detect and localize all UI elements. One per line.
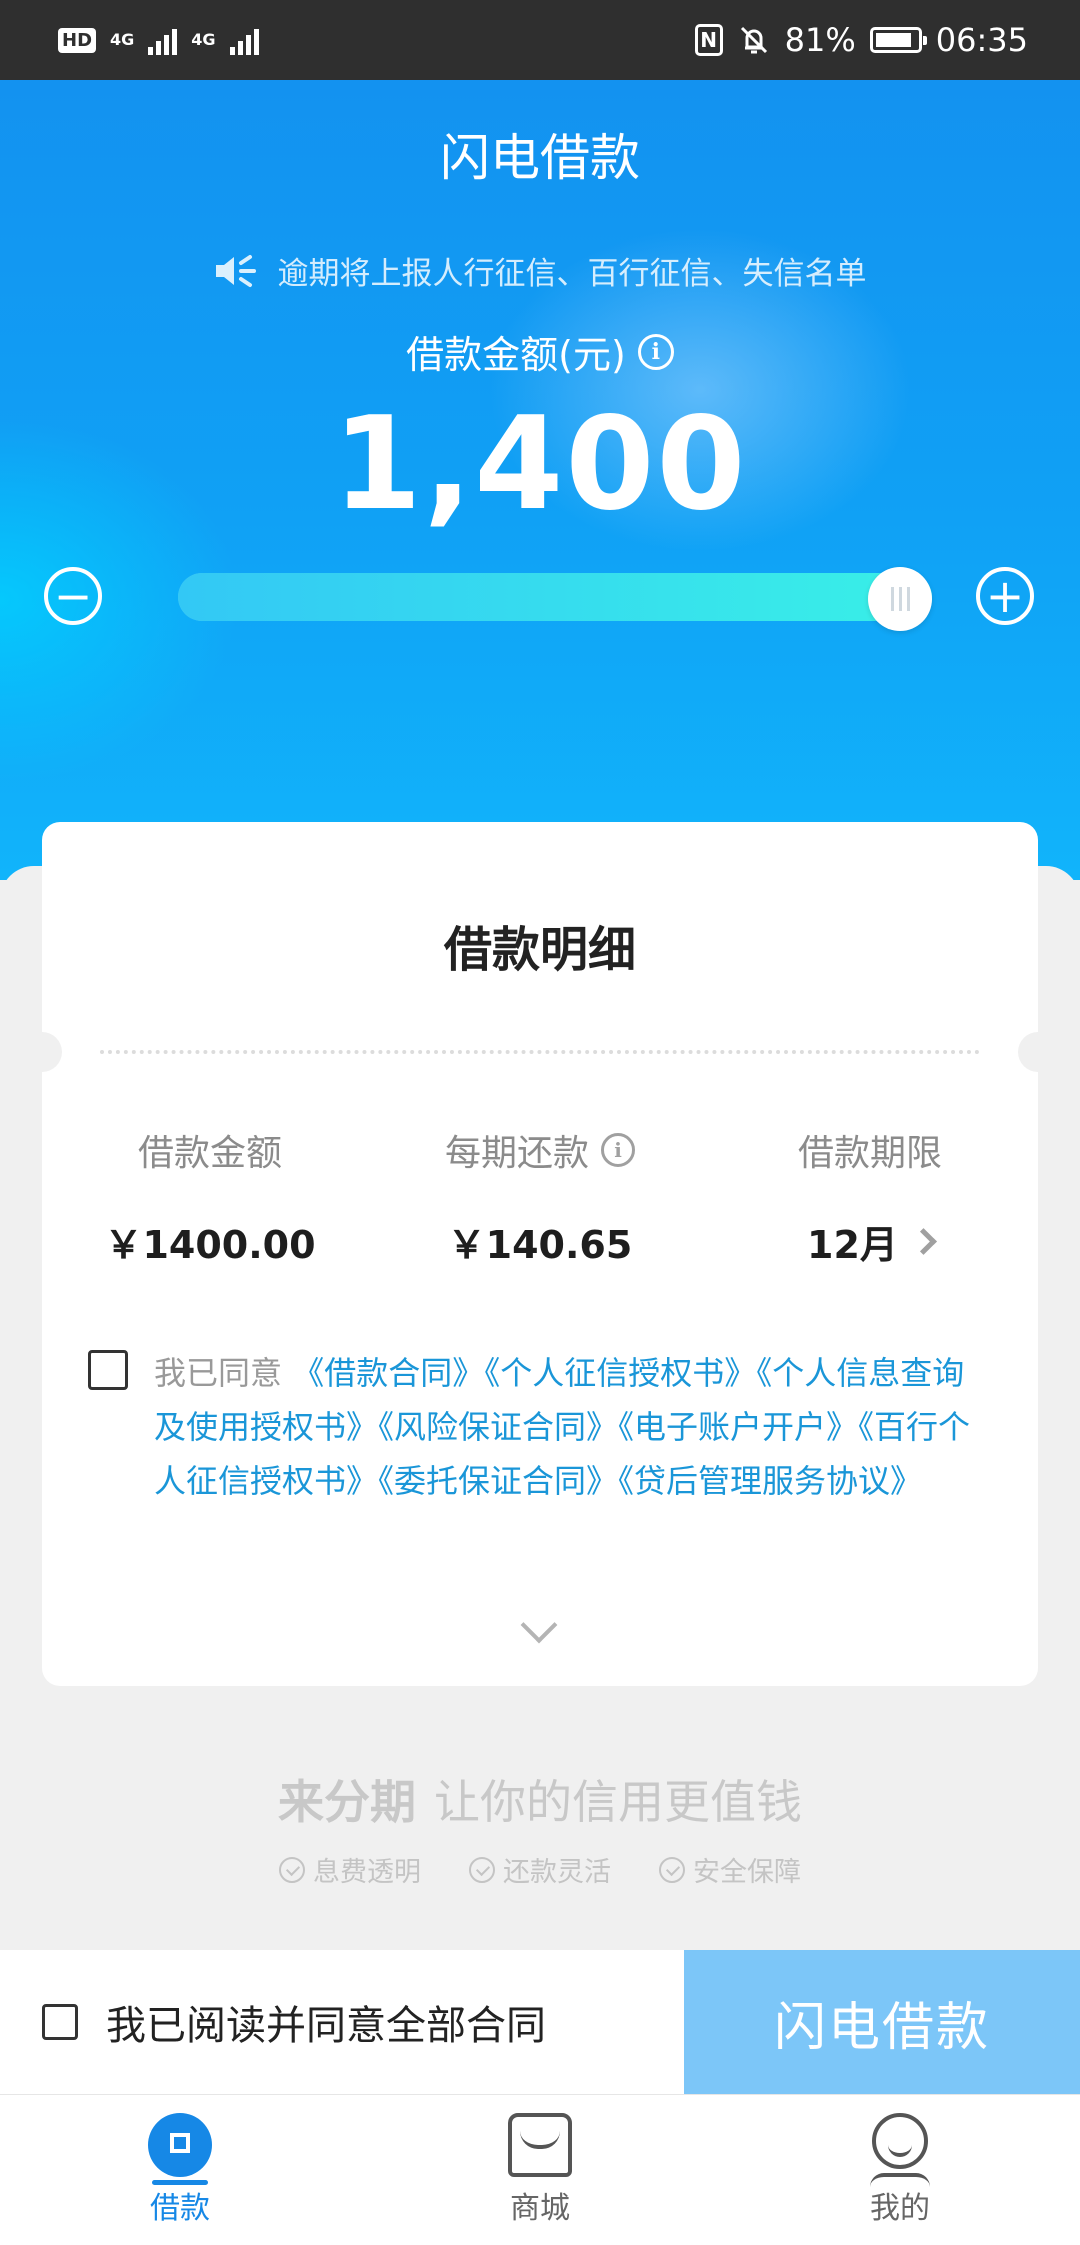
signal-icon-2 [229, 25, 259, 55]
feature-item: 还款灵活 [469, 1850, 611, 1889]
page-title: 闪电借款 [440, 129, 640, 187]
decrease-button[interactable]: − [44, 567, 102, 625]
store-icon [508, 2113, 572, 2177]
battery-icon [869, 27, 927, 53]
slider-fill [178, 573, 932, 621]
loan-icon [148, 2113, 212, 2185]
contract-link-e-account[interactable]: 《电子账户开户》 [618, 1408, 858, 1446]
detail-label: 借款金额 [137, 1133, 282, 1174]
slogan-brand: 来分期 [278, 1775, 416, 1829]
chevron-down-icon[interactable] [520, 1606, 558, 1644]
action-bar: 我已阅读并同意全部合同 闪电借款 [0, 1950, 1080, 2094]
loan-amount: 1,400 [332, 390, 748, 539]
feature-label: 还款灵活 [503, 1857, 611, 1888]
speaker-icon [215, 254, 256, 287]
detail-col-amount: 借款金额 ￥1400.00 [50, 1124, 370, 1269]
nfc-icon: N [694, 24, 723, 56]
notice-text: 逾期将上报人行征信、百行征信、失信名单 [277, 256, 867, 292]
term-selector[interactable]: 12月 [710, 1214, 1030, 1269]
tab-label: 我的 [870, 2191, 930, 2226]
tab-loan[interactable]: 借款 [80, 2113, 280, 2227]
contract-link-loan[interactable]: 《借款合同》 [292, 1354, 484, 1392]
amount-label: 借款金额(元) [406, 333, 626, 377]
detail-col-installment: 每期还款 i ￥140.65 [380, 1124, 700, 1269]
info-icon[interactable]: i [637, 333, 674, 370]
agree-checkbox[interactable] [88, 1350, 128, 1390]
amount-slider[interactable] [178, 567, 932, 631]
detail-title: 借款明细 [443, 922, 636, 978]
signal-icon-1 [148, 25, 178, 55]
detail-value: ￥1400.00 [104, 1223, 316, 1267]
bell-muted-icon [740, 26, 767, 54]
card-notch-left [22, 1032, 62, 1072]
status-left: HD 4G 4G [58, 18, 259, 62]
agree-all-row[interactable]: 我已阅读并同意全部合同 [42, 1950, 546, 2094]
tab-store[interactable]: 商城 [440, 2113, 640, 2227]
detail-label-row: 每期还款 i [380, 1124, 700, 1176]
detail-label: 借款期限 [797, 1133, 942, 1174]
profile-icon [868, 2113, 932, 2177]
card-notch-right [1018, 1032, 1058, 1072]
feature-item: 息费透明 [279, 1850, 421, 1889]
slider-handle[interactable] [868, 567, 932, 631]
clock: 06:35 [935, 21, 1028, 59]
increase-button[interactable]: + [976, 567, 1034, 625]
info-icon[interactable]: i [601, 1133, 635, 1167]
network-type-1: 4G [110, 30, 135, 49]
detail-label: 每期还款 [444, 1133, 589, 1174]
feature-list: 息费透明 还款灵活 安全保障 [0, 1850, 1080, 1889]
tab-label: 借款 [150, 2191, 210, 2226]
hd-badge: HD [58, 27, 97, 53]
hero-section: 闪电借款 逾期将上报人行征信、百行征信、失信名单 借款金额(元) i 1,400… [0, 80, 1080, 880]
detail-value: 12月 [807, 1223, 898, 1267]
check-circle-icon [469, 1856, 495, 1883]
submit-loan-button[interactable]: 闪电借款 [684, 1950, 1080, 2094]
contract-link-credit-auth[interactable]: 《个人征信授权书》 [484, 1354, 756, 1392]
detail-col-term[interactable]: 借款期限 12月 [710, 1124, 1030, 1269]
check-circle-icon [659, 1856, 685, 1883]
status-bar: HD 4G 4G N 81% 06:35 [0, 0, 1080, 80]
feature-item: 安全保障 [659, 1850, 801, 1889]
contract-link-risk-guarantee[interactable]: 《风险保证合同》 [378, 1408, 618, 1446]
agree-prefix: 我已同意 [154, 1354, 283, 1392]
feature-label: 息费透明 [313, 1857, 421, 1888]
amount-label-row: 借款金额(元) i [0, 324, 1080, 379]
check-circle-icon [279, 1856, 305, 1883]
overdue-notice: 逾期将上报人行征信、百行征信、失信名单 [0, 248, 1080, 293]
slogan: 来分期 让你的信用更值钱 [0, 1766, 1080, 1832]
battery-percent: 81% [784, 21, 856, 59]
agree-all-checkbox[interactable] [42, 2004, 78, 2040]
slogan-text: 让你的信用更值钱 [434, 1775, 802, 1829]
dotted-divider [100, 1050, 980, 1054]
network-type-2: 4G [191, 30, 216, 49]
tab-label: 商城 [510, 2191, 570, 2226]
tab-bar: 借款 商城 我的 [0, 2094, 1080, 2245]
detail-value: ￥140.65 [447, 1223, 633, 1267]
loan-detail-card: 借款明细 借款金额 ￥1400.00 每期还款 i ￥140.65 借款期限 1… [22, 822, 1058, 1686]
chevron-right-icon [910, 1228, 937, 1255]
contract-link-entrusted-guarantee[interactable]: 《委托保证合同》 [378, 1462, 618, 1500]
agree-all-label: 我已阅读并同意全部合同 [106, 2003, 546, 2049]
feature-label: 安全保障 [693, 1857, 801, 1888]
tab-profile[interactable]: 我的 [800, 2113, 1000, 2227]
contract-agreement: 我已同意 《借款合同》《个人征信授权书》《个人信息查询及使用授权书》《风险保证合… [154, 1346, 994, 1508]
contract-link-post-loan[interactable]: 《贷后管理服务协议》 [618, 1462, 922, 1500]
status-right: N 81% 06:35 [694, 18, 1028, 62]
